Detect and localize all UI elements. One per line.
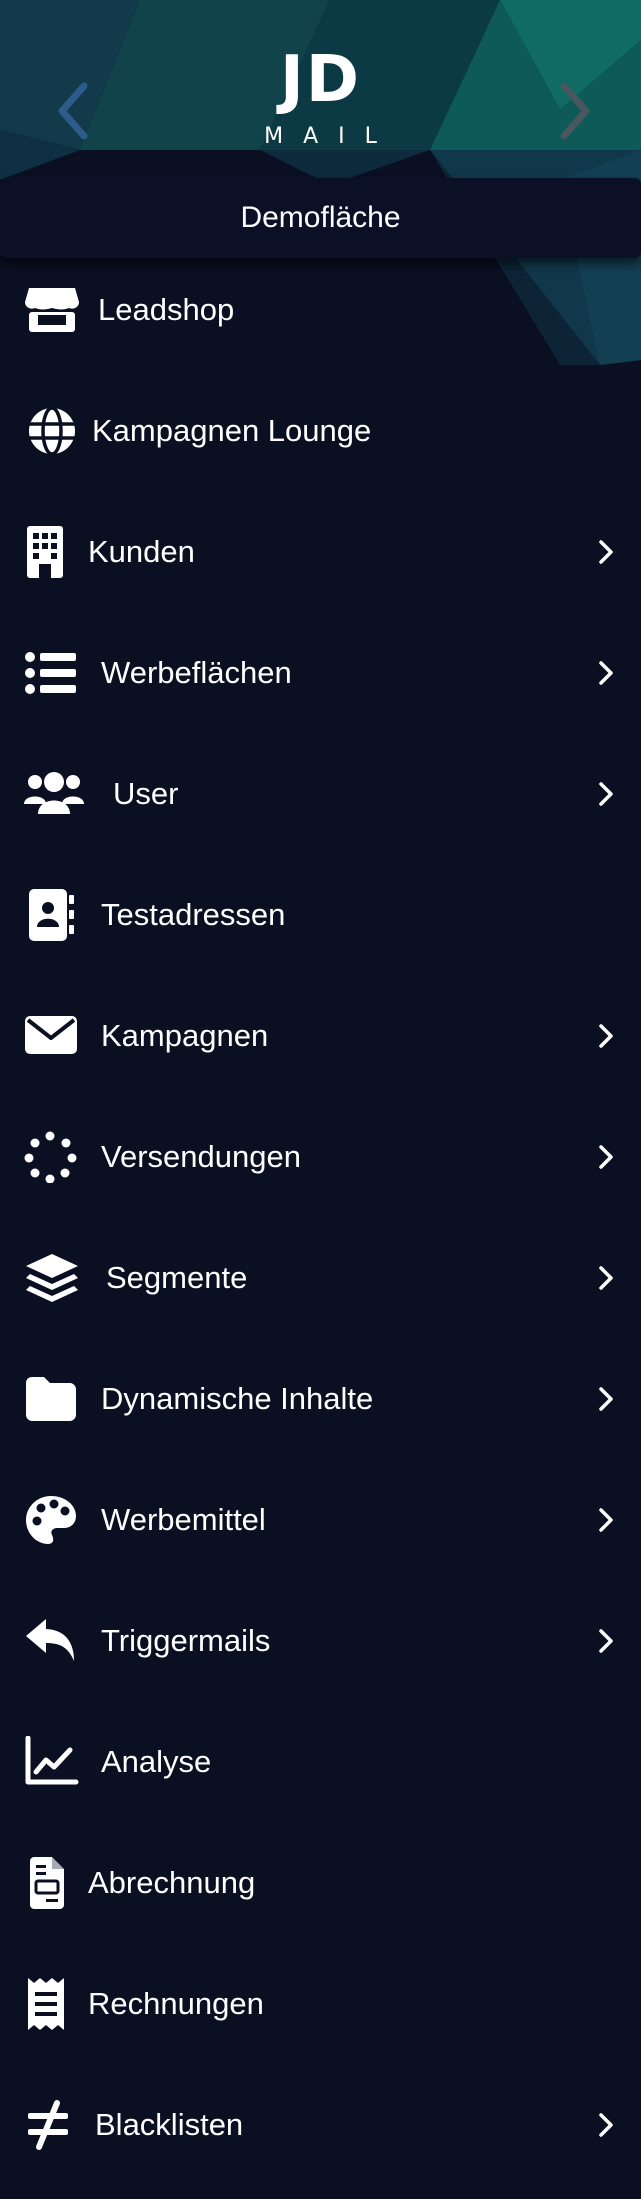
menu-item-analyse[interactable]: Analyse [0, 1714, 641, 1810]
menu-item-label: Kampagnen Lounge [92, 413, 372, 448]
chevron-right-icon [596, 1022, 616, 1050]
chevron-right-icon [596, 1385, 616, 1413]
menu-item-label: Testadressen [101, 897, 286, 932]
menu-item-label: Abrechnung [88, 1865, 256, 1900]
invoice-icon [24, 1857, 80, 1909]
surface-selector[interactable]: Demofläche [0, 178, 641, 258]
globe-icon [24, 405, 80, 457]
menu-item-kunden[interactable]: Kunden [0, 504, 641, 600]
store-icon [24, 284, 80, 336]
menu-item-label: Triggermails [101, 1623, 271, 1658]
menu-item-segmente[interactable]: Segmente [0, 1230, 641, 1326]
layers-icon [24, 1252, 80, 1304]
reply-icon [24, 1615, 80, 1667]
menu-item-label: Leadshop [98, 292, 235, 327]
menu-item-dynamische-inhalte[interactable]: Dynamische Inhalte [0, 1351, 641, 1447]
menu-item-werbeflaechen[interactable]: Werbeflächen [0, 625, 641, 721]
menu-item-abrechnung[interactable]: Abrechnung [0, 1835, 641, 1931]
chevron-right-icon [596, 780, 616, 808]
chevron-right-icon [596, 538, 616, 566]
list-icon [24, 647, 80, 699]
chevron-right-icon [596, 1627, 616, 1655]
envelope-icon [24, 1010, 80, 1062]
chevron-right-icon [596, 659, 616, 687]
chevron-right-icon [596, 1143, 616, 1171]
folder-icon [24, 1373, 80, 1425]
menu-item-label: Werbeflächen [101, 655, 292, 690]
menu-item-kampagnen[interactable]: Kampagnen [0, 988, 641, 1084]
spinner-icon [24, 1131, 80, 1183]
menu-item-user[interactable]: User [0, 746, 641, 842]
menu-item-label: Kunden [88, 534, 195, 569]
chevron-right-icon [596, 1264, 616, 1292]
not-equal-icon [24, 2099, 80, 2151]
menu-item-label: Rechnungen [88, 1986, 264, 2021]
chevron-right-icon [596, 1506, 616, 1534]
menu-item-werbemittel[interactable]: Werbemittel [0, 1472, 641, 1568]
menu-item-label: Segmente [106, 1260, 248, 1295]
menu-item-label: Analyse [101, 1744, 212, 1779]
menu-item-rechnungen[interactable]: Rechnungen [0, 1956, 641, 2052]
menu-item-kampagnen-lounge[interactable]: Kampagnen Lounge [0, 383, 641, 479]
menu-item-label: Dynamische Inhalte [101, 1381, 374, 1416]
address-book-icon [24, 889, 80, 941]
menu-item-label: User [113, 776, 179, 811]
menu-item-leadshop[interactable]: Leadshop [0, 262, 641, 358]
menu-item-testadressen[interactable]: Testadressen [0, 867, 641, 963]
previous-arrow-icon[interactable] [50, 78, 100, 144]
chart-line-icon [24, 1736, 80, 1788]
menu-item-label: Blacklisten [95, 2107, 244, 2142]
chevron-right-icon [596, 2111, 616, 2139]
palette-icon [24, 1494, 80, 1546]
menu-item-label: Versendungen [101, 1139, 301, 1174]
menu-item-blacklisten[interactable]: Blacklisten [0, 2077, 641, 2173]
users-icon [24, 768, 84, 820]
menu-item-label: Werbemittel [101, 1502, 266, 1537]
receipt-icon [24, 1978, 80, 2030]
menu-item-label: Kampagnen [101, 1018, 269, 1053]
building-icon [24, 526, 80, 578]
surface-label: Demofläche [240, 201, 401, 234]
menu-item-triggermails[interactable]: Triggermails [0, 1593, 641, 1689]
menu-item-versendungen[interactable]: Versendungen [0, 1109, 641, 1205]
next-arrow-icon[interactable] [548, 78, 598, 144]
